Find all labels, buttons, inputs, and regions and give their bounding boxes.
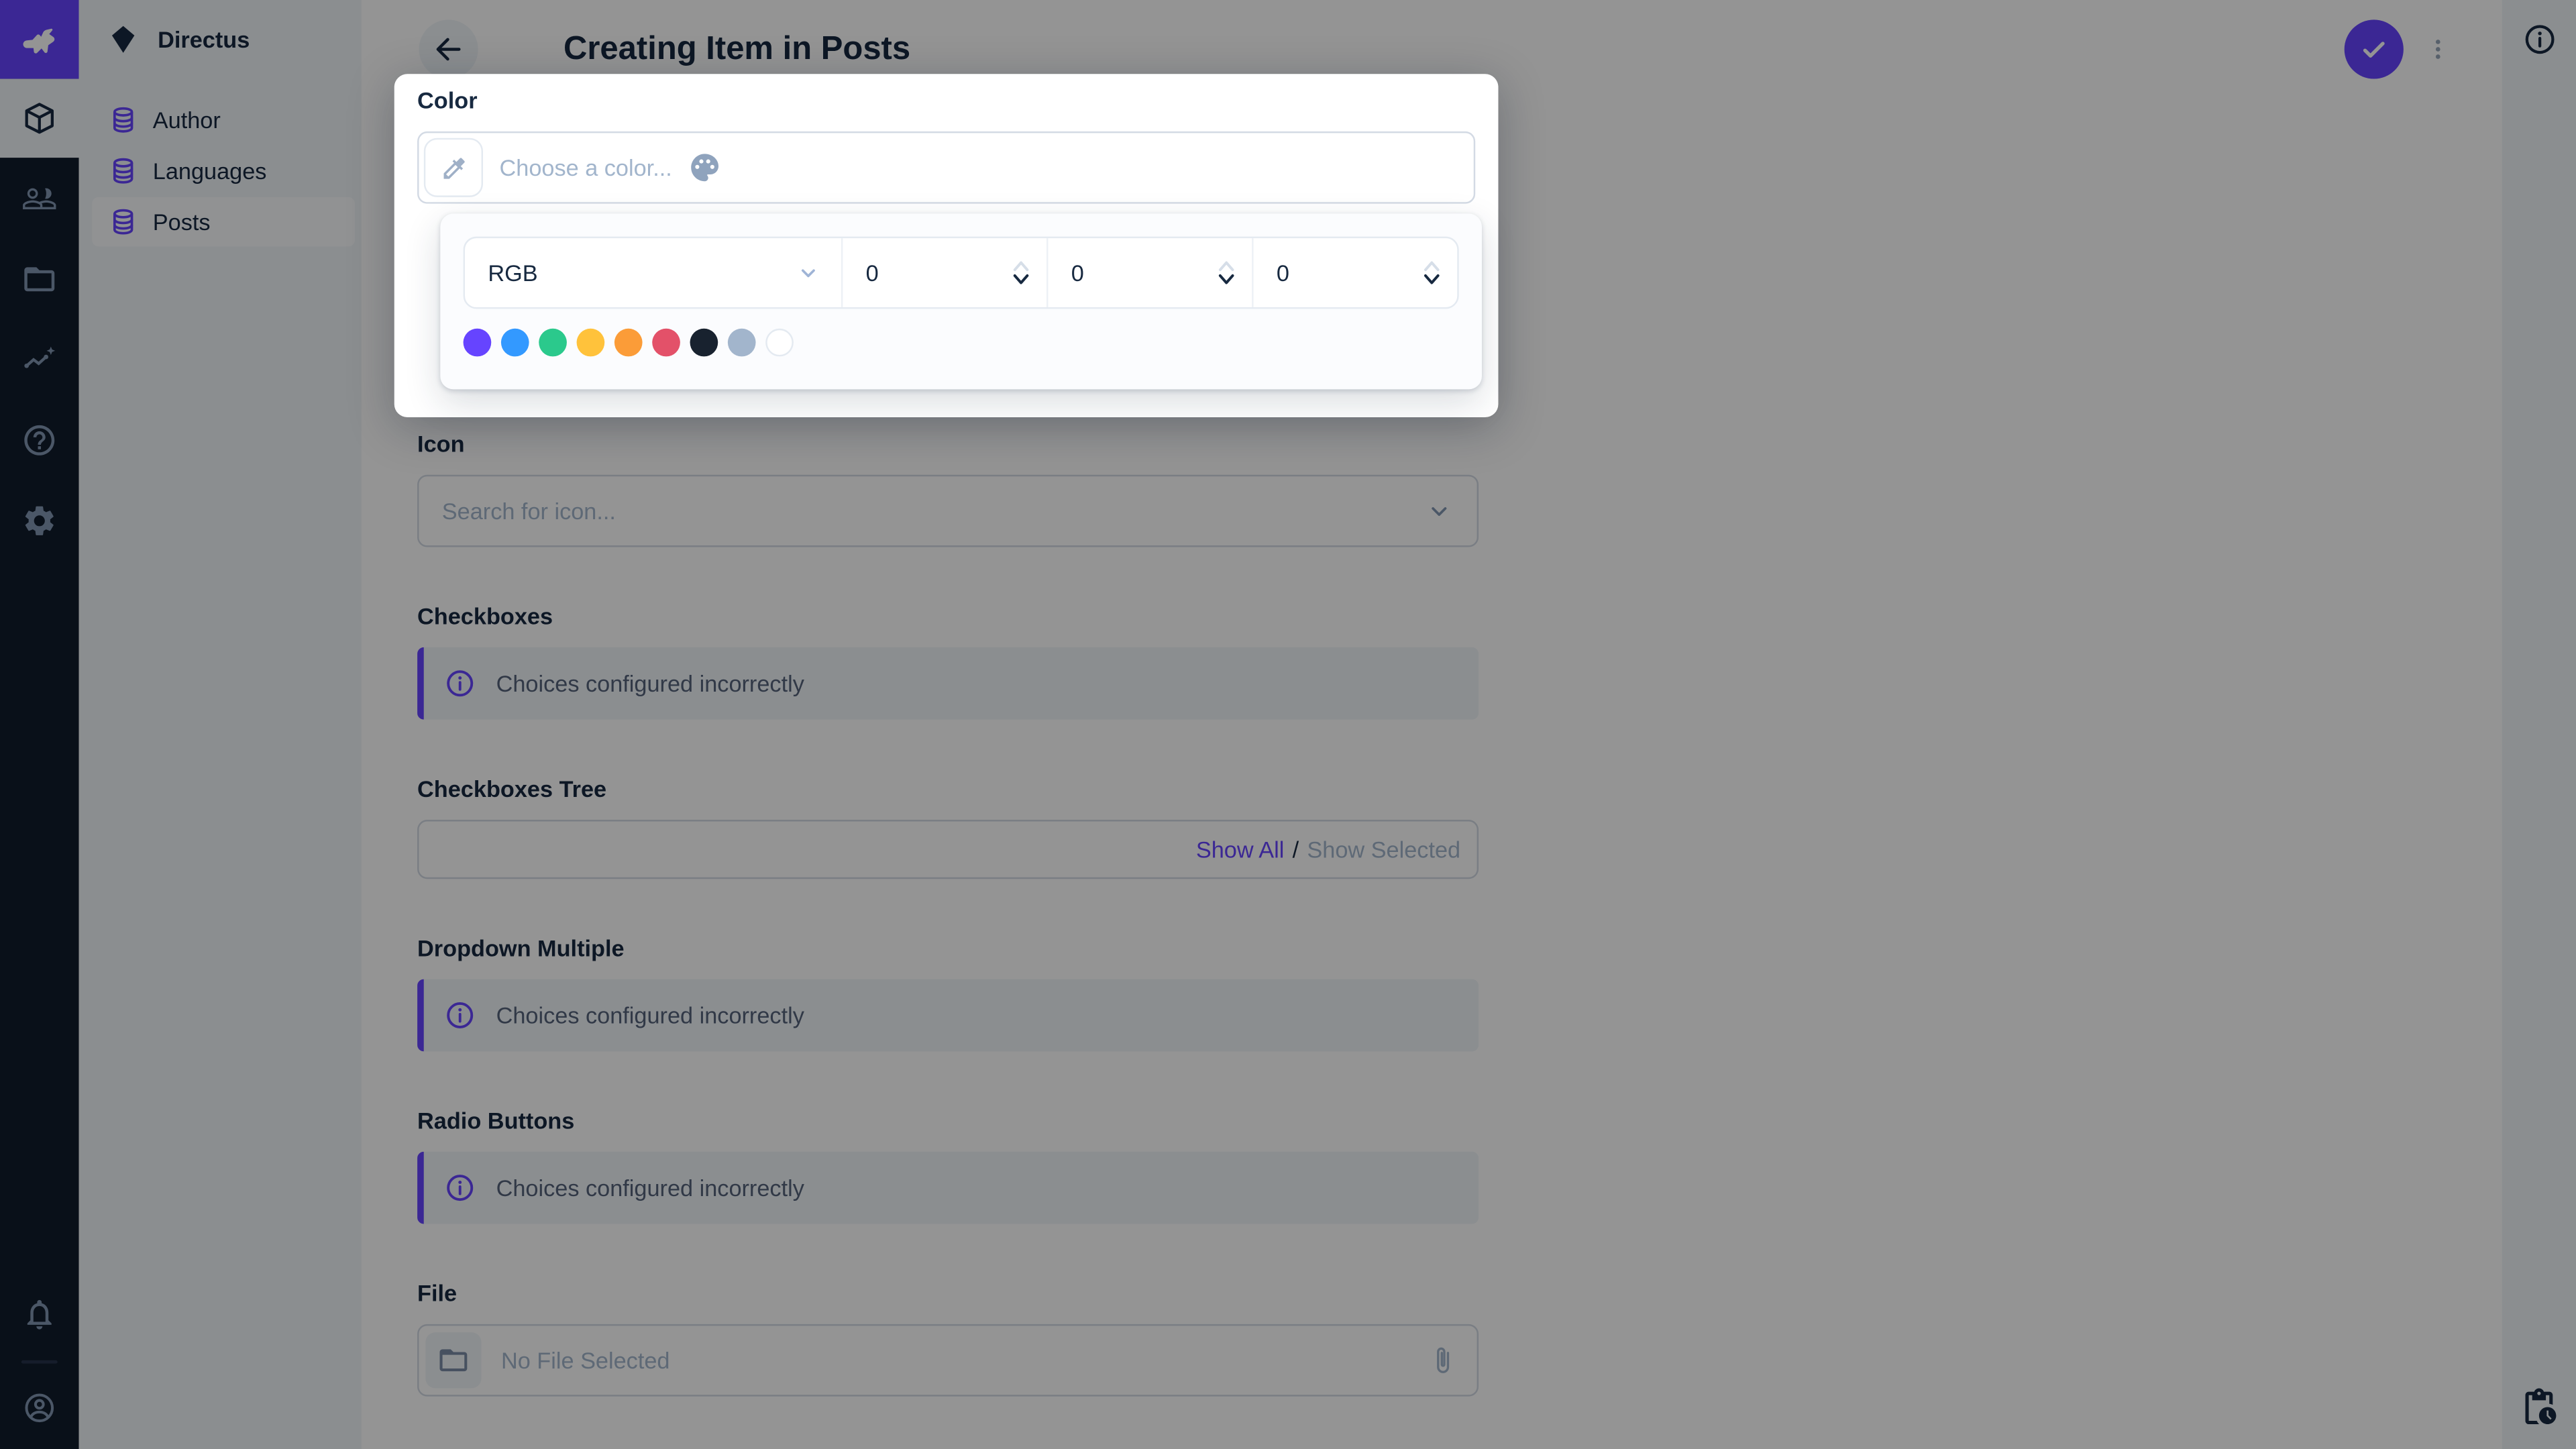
swatch-orange[interactable] xyxy=(614,328,643,357)
chevron-up-icon xyxy=(1218,261,1234,272)
color-dropdown-panel: RGB 0 0 0 xyxy=(440,213,1482,390)
eyedropper-button[interactable] xyxy=(423,138,484,197)
app-window: Directus Author Languages Posts Creating… xyxy=(0,0,2576,1449)
color-mode-select[interactable]: RGB xyxy=(465,238,843,307)
chevron-down-icon xyxy=(795,260,821,286)
chevron-down-icon xyxy=(1013,274,1029,284)
swatch-row xyxy=(463,328,1459,357)
palette-icon[interactable] xyxy=(688,151,721,184)
rgb-row: RGB 0 0 0 xyxy=(463,236,1459,309)
color-placeholder: Choose a color... xyxy=(499,154,672,181)
channel-g-input[interactable]: 0 xyxy=(1048,238,1254,307)
swatch-red[interactable] xyxy=(652,328,680,357)
swatch-green[interactable] xyxy=(539,328,567,357)
chevron-up-icon xyxy=(1424,261,1440,272)
swatch-black[interactable] xyxy=(690,328,718,357)
swatch-yellow[interactable] xyxy=(576,328,605,357)
swatch-blue[interactable] xyxy=(500,328,529,357)
color-input[interactable]: Choose a color... xyxy=(417,131,1476,204)
eyedropper-icon xyxy=(439,154,468,182)
swatch-purple[interactable] xyxy=(463,328,492,357)
channel-b-input[interactable]: 0 xyxy=(1254,238,1458,307)
channel-b-value: 0 xyxy=(1276,259,1289,286)
channel-b-stepper[interactable] xyxy=(1421,258,1442,287)
swatch-gray[interactable] xyxy=(727,328,756,357)
channel-g-stepper[interactable] xyxy=(1216,258,1237,287)
channel-r-input[interactable]: 0 xyxy=(843,238,1049,307)
channel-r-stepper[interactable] xyxy=(1010,258,1032,287)
swatch-white[interactable] xyxy=(765,328,794,357)
channel-g-value: 0 xyxy=(1071,259,1084,286)
color-picker-card: Color Choose a color... RGB 0 0 0 xyxy=(394,74,1499,418)
chevron-down-icon xyxy=(1218,274,1234,284)
channel-r-value: 0 xyxy=(865,259,879,286)
chevron-up-icon xyxy=(1013,261,1029,272)
chevron-down-icon xyxy=(1424,274,1440,284)
color-field-label: Color xyxy=(417,87,478,113)
color-mode-value: RGB xyxy=(488,259,538,286)
